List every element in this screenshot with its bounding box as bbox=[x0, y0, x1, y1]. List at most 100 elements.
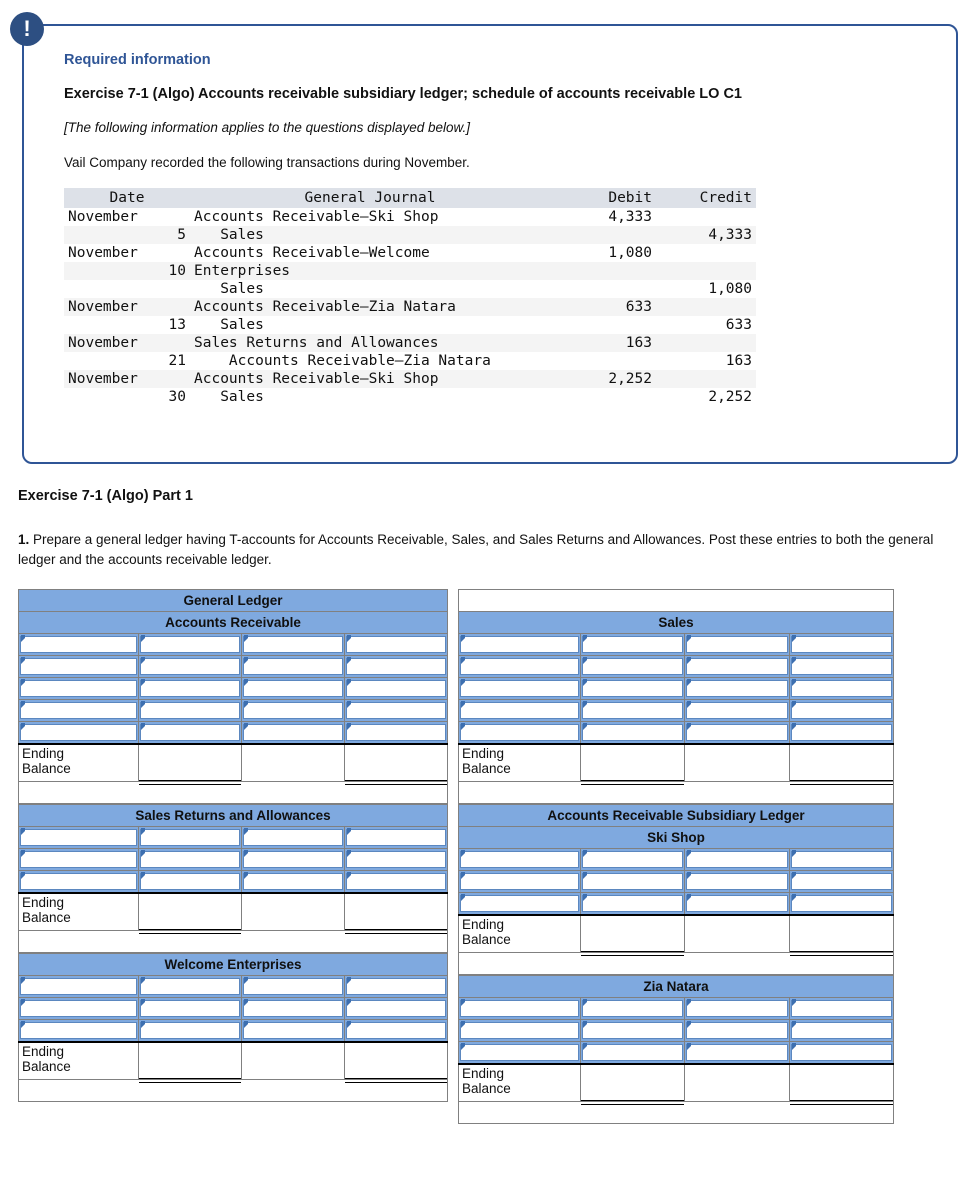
ledger-input-box[interactable] bbox=[346, 724, 446, 741]
ledger-input-cell[interactable] bbox=[241, 1019, 346, 1043]
ledger-input-cell[interactable] bbox=[579, 677, 686, 701]
ledger-input-box[interactable] bbox=[20, 680, 138, 698]
ledger-input-box[interactable] bbox=[140, 724, 241, 741]
ledger-input-cell[interactable] bbox=[17, 699, 140, 723]
ledger-input-cell[interactable] bbox=[788, 677, 895, 701]
ledger-input-box[interactable] bbox=[20, 724, 138, 741]
ledger-input-box[interactable] bbox=[20, 873, 138, 890]
ledger-input-cell[interactable] bbox=[579, 892, 686, 916]
ledger-input-cell[interactable] bbox=[684, 848, 790, 872]
ledger-input-cell[interactable] bbox=[241, 975, 346, 999]
ledger-input-box[interactable] bbox=[686, 724, 788, 741]
ledger-input-box[interactable] bbox=[140, 658, 241, 676]
ledger-input-box[interactable] bbox=[243, 658, 344, 676]
ledger-input-cell[interactable] bbox=[579, 848, 686, 872]
ledger-input-cell[interactable] bbox=[684, 1041, 790, 1065]
ledger-input-cell[interactable] bbox=[788, 997, 895, 1021]
ledger-input-box[interactable] bbox=[460, 1022, 579, 1040]
ending-balance-cell[interactable] bbox=[684, 742, 790, 783]
ledger-input-box[interactable] bbox=[243, 978, 344, 996]
ledger-input-cell[interactable] bbox=[344, 848, 448, 872]
ledger-input-cell[interactable] bbox=[458, 655, 581, 679]
ledger-input-box[interactable] bbox=[140, 1000, 241, 1018]
ledger-input-cell[interactable] bbox=[344, 677, 448, 701]
ledger-input-cell[interactable] bbox=[344, 826, 448, 850]
ending-balance-cell[interactable] bbox=[684, 913, 790, 954]
ledger-input-box[interactable] bbox=[20, 1022, 138, 1039]
ledger-input-cell[interactable] bbox=[684, 870, 790, 894]
ledger-input-cell[interactable] bbox=[241, 677, 346, 701]
ledger-input-cell[interactable] bbox=[344, 721, 448, 745]
ledger-input-box[interactable] bbox=[243, 851, 344, 869]
ledger-input-cell[interactable] bbox=[788, 699, 895, 723]
ledger-input-box[interactable] bbox=[460, 873, 579, 891]
ledger-input-box[interactable] bbox=[790, 636, 892, 654]
ledger-input-box[interactable] bbox=[686, 851, 788, 869]
ledger-input-cell[interactable] bbox=[684, 1019, 790, 1043]
ledger-input-cell[interactable] bbox=[788, 848, 895, 872]
ledger-input-cell[interactable] bbox=[17, 1019, 140, 1043]
ledger-input-cell[interactable] bbox=[138, 848, 243, 872]
ledger-input-cell[interactable] bbox=[579, 655, 686, 679]
ledger-input-cell[interactable] bbox=[458, 870, 581, 894]
ledger-input-cell[interactable] bbox=[138, 677, 243, 701]
ledger-input-box[interactable] bbox=[686, 1000, 788, 1018]
ledger-input-cell[interactable] bbox=[458, 1019, 581, 1043]
ending-balance-cell[interactable] bbox=[241, 1040, 346, 1081]
ledger-input-box[interactable] bbox=[686, 636, 788, 654]
ledger-input-box[interactable] bbox=[581, 724, 684, 741]
ledger-input-box[interactable] bbox=[243, 680, 344, 698]
ledger-input-box[interactable] bbox=[581, 873, 684, 891]
ledger-input-cell[interactable] bbox=[17, 677, 140, 701]
ledger-input-cell[interactable] bbox=[684, 633, 790, 657]
ledger-input-box[interactable] bbox=[20, 829, 138, 847]
ending-balance-cell[interactable] bbox=[241, 891, 346, 932]
ledger-input-box[interactable] bbox=[243, 1000, 344, 1018]
ledger-input-cell[interactable] bbox=[684, 655, 790, 679]
ledger-input-box[interactable] bbox=[790, 851, 892, 869]
ledger-input-cell[interactable] bbox=[684, 997, 790, 1021]
ledger-input-cell[interactable] bbox=[17, 870, 140, 894]
ledger-input-box[interactable] bbox=[581, 851, 684, 869]
ledger-input-cell[interactable] bbox=[138, 721, 243, 745]
ledger-input-box[interactable] bbox=[460, 851, 579, 869]
ledger-input-box[interactable] bbox=[243, 829, 344, 847]
ledger-input-cell[interactable] bbox=[458, 1041, 581, 1065]
ledger-input-box[interactable] bbox=[686, 1044, 788, 1061]
ledger-input-box[interactable] bbox=[460, 1044, 579, 1061]
ledger-input-box[interactable] bbox=[20, 636, 138, 654]
ledger-input-box[interactable] bbox=[460, 895, 579, 912]
ledger-input-box[interactable] bbox=[460, 658, 579, 676]
ledger-input-cell[interactable] bbox=[684, 677, 790, 701]
ledger-input-box[interactable] bbox=[140, 680, 241, 698]
ledger-input-cell[interactable] bbox=[241, 826, 346, 850]
ledger-input-box[interactable] bbox=[140, 636, 241, 654]
ledger-input-box[interactable] bbox=[790, 1044, 892, 1061]
ledger-input-box[interactable] bbox=[140, 1022, 241, 1039]
ledger-input-cell[interactable] bbox=[579, 721, 686, 745]
ledger-input-cell[interactable] bbox=[579, 1041, 686, 1065]
ending-balance-cell[interactable] bbox=[138, 891, 243, 936]
ledger-input-cell[interactable] bbox=[138, 699, 243, 723]
ending-balance-cell[interactable] bbox=[344, 1040, 448, 1085]
ledger-input-cell[interactable] bbox=[458, 848, 581, 872]
ledger-input-box[interactable] bbox=[140, 978, 241, 996]
ledger-input-box[interactable] bbox=[346, 636, 446, 654]
ledger-input-cell[interactable] bbox=[138, 870, 243, 894]
ending-balance-cell[interactable] bbox=[579, 742, 686, 787]
ledger-input-box[interactable] bbox=[581, 1000, 684, 1018]
ledger-input-box[interactable] bbox=[790, 873, 892, 891]
ledger-input-box[interactable] bbox=[346, 829, 446, 847]
ledger-input-box[interactable] bbox=[790, 1022, 892, 1040]
ledger-input-cell[interactable] bbox=[17, 997, 140, 1021]
ledger-input-box[interactable] bbox=[686, 658, 788, 676]
ledger-input-cell[interactable] bbox=[241, 633, 346, 657]
ledger-input-box[interactable] bbox=[790, 702, 892, 720]
ending-balance-cell[interactable] bbox=[684, 1062, 790, 1103]
ledger-input-cell[interactable] bbox=[458, 892, 581, 916]
ledger-input-box[interactable] bbox=[140, 873, 241, 890]
ledger-input-cell[interactable] bbox=[579, 633, 686, 657]
ledger-input-box[interactable] bbox=[20, 978, 138, 996]
ledger-input-cell[interactable] bbox=[579, 997, 686, 1021]
ledger-input-cell[interactable] bbox=[241, 997, 346, 1021]
